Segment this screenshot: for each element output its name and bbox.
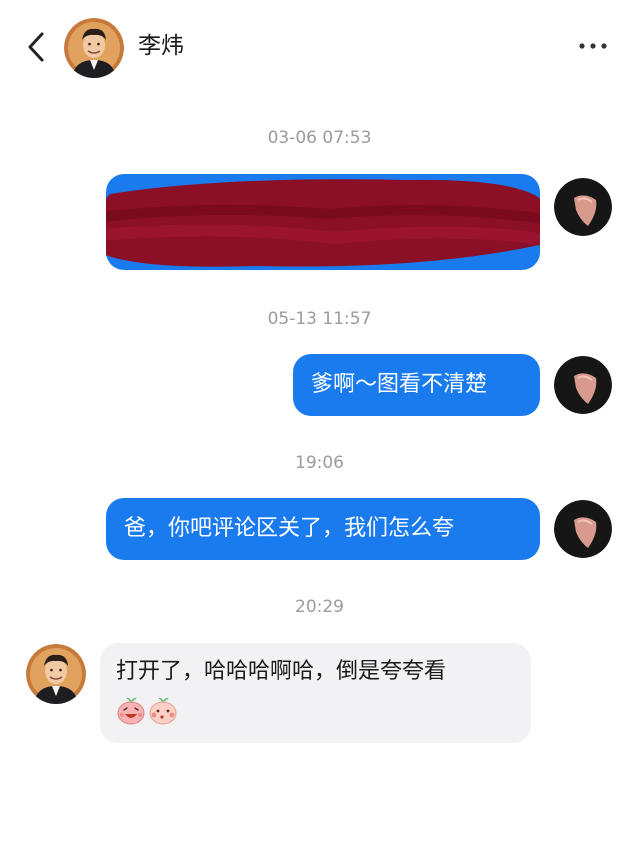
- message-text: 爸，你吧评论区关了，我们怎么夸: [124, 516, 455, 541]
- blushing-peach-emoji: [148, 695, 178, 725]
- contact-name[interactable]: 李炜: [138, 30, 184, 62]
- more-button[interactable]: [576, 36, 612, 56]
- chat-screen: 李炜 03-06 07:53 05-13 11:57 爹啊～图看不清楚 19:0…: [0, 0, 639, 852]
- message-bubble-incoming[interactable]: 打开了，哈哈哈啊哈，倒是夸夸看: [100, 643, 531, 743]
- message-bubble-outgoing[interactable]: 爸，你吧评论区关了，我们怎么夸: [106, 498, 540, 560]
- back-button[interactable]: [22, 30, 52, 64]
- chat-header: 李炜: [0, 0, 639, 92]
- contact-avatar[interactable]: [64, 18, 124, 78]
- message-text: 爹啊～图看不清楚: [311, 372, 488, 397]
- self-avatar[interactable]: [554, 500, 612, 558]
- message-timestamp: 03-06 07:53: [267, 128, 372, 148]
- laughing-peach-emoji: [116, 695, 146, 725]
- message-timestamp: 19:06: [295, 453, 344, 473]
- redaction-scribble: [106, 179, 540, 267]
- message-bubble-redacted[interactable]: [106, 174, 540, 270]
- contact-avatar[interactable]: [26, 644, 86, 704]
- self-avatar[interactable]: [554, 356, 612, 414]
- self-avatar[interactable]: [554, 178, 612, 236]
- message-timestamp: 20:29: [295, 597, 344, 617]
- message-text: 打开了，哈哈哈啊哈，倒是夸夸看: [116, 659, 447, 684]
- more-dots-icon: [579, 43, 607, 49]
- chevron-left-icon: [28, 32, 44, 62]
- message-bubble-outgoing[interactable]: 爹啊～图看不清楚: [293, 354, 540, 416]
- message-timestamp: 05-13 11:57: [267, 309, 372, 329]
